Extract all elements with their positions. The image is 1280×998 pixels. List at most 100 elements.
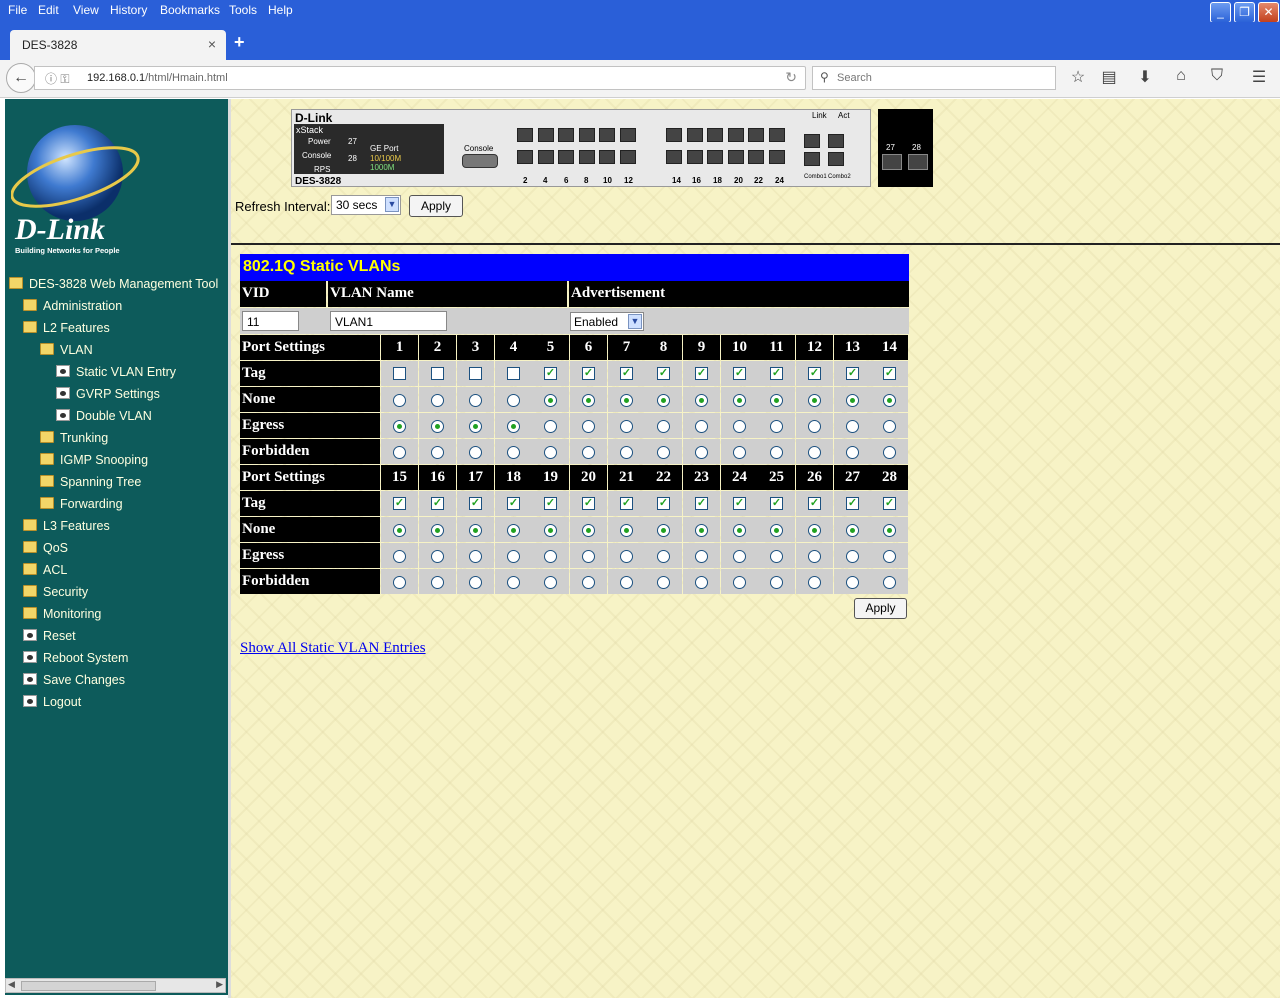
forbidden-radio-port-3[interactable] bbox=[469, 446, 482, 459]
tree-item-gvrp-settings[interactable]: GVRP Settings bbox=[56, 387, 160, 407]
egress-radio-port-19[interactable] bbox=[544, 550, 557, 563]
tree-item-l3-features[interactable]: L3 Features bbox=[23, 519, 110, 539]
tag-checkbox-port-8[interactable]: ✓ bbox=[657, 367, 670, 380]
tag-checkbox-port-23[interactable]: ✓ bbox=[695, 497, 708, 510]
vid-input[interactable]: 11 bbox=[242, 311, 299, 331]
egress-radio-port-10[interactable] bbox=[733, 420, 746, 433]
bookmark-star-icon[interactable]: ☆ bbox=[1067, 67, 1089, 87]
new-tab-button[interactable]: + bbox=[234, 32, 245, 53]
none-radio-port-1[interactable] bbox=[393, 394, 406, 407]
none-radio-port-17[interactable] bbox=[469, 524, 482, 537]
refresh-apply-button[interactable]: Apply bbox=[409, 195, 463, 217]
tree-root-des-3828[interactable]: DES-3828 Web Management Tool bbox=[9, 277, 218, 297]
reload-icon[interactable]: ↻ bbox=[785, 69, 797, 86]
vlan-name-input[interactable]: VLAN1 bbox=[330, 311, 447, 331]
tag-checkbox-port-20[interactable]: ✓ bbox=[582, 497, 595, 510]
close-window-button[interactable]: ✕ bbox=[1258, 2, 1279, 23]
search-input[interactable]: ⚲ Search bbox=[812, 66, 1056, 90]
tree-item-forwarding[interactable]: Forwarding bbox=[40, 497, 123, 517]
egress-radio-port-3[interactable] bbox=[469, 420, 482, 433]
tag-checkbox-port-13[interactable]: ✓ bbox=[846, 367, 859, 380]
egress-radio-port-1[interactable] bbox=[393, 420, 406, 433]
forbidden-radio-port-23[interactable] bbox=[695, 576, 708, 589]
none-radio-port-22[interactable] bbox=[657, 524, 670, 537]
show-all-static-vlan-entries-link[interactable]: Show All Static VLAN Entries bbox=[240, 640, 426, 657]
minimize-button[interactable]: _ bbox=[1210, 2, 1231, 23]
menu-edit[interactable]: Edit bbox=[38, 3, 59, 17]
none-radio-port-14[interactable] bbox=[883, 394, 896, 407]
tree-item-l2-features[interactable]: L2 Features bbox=[23, 321, 110, 341]
tag-checkbox-port-18[interactable]: ✓ bbox=[507, 497, 520, 510]
tag-checkbox-port-24[interactable]: ✓ bbox=[733, 497, 746, 510]
forbidden-radio-port-17[interactable] bbox=[469, 576, 482, 589]
tree-item-logout[interactable]: Logout bbox=[23, 695, 81, 715]
egress-radio-port-4[interactable] bbox=[507, 420, 520, 433]
egress-radio-port-20[interactable] bbox=[582, 550, 595, 563]
egress-radio-port-24[interactable] bbox=[733, 550, 746, 563]
egress-radio-port-9[interactable] bbox=[695, 420, 708, 433]
egress-radio-port-18[interactable] bbox=[507, 550, 520, 563]
none-radio-port-21[interactable] bbox=[620, 524, 633, 537]
download-icon[interactable]: ⬇ bbox=[1134, 67, 1156, 87]
none-radio-port-15[interactable] bbox=[393, 524, 406, 537]
menu-bookmarks[interactable]: Bookmarks bbox=[160, 3, 220, 17]
egress-radio-port-2[interactable] bbox=[431, 420, 444, 433]
tree-item-acl[interactable]: ACL bbox=[23, 563, 67, 583]
forbidden-radio-port-20[interactable] bbox=[582, 576, 595, 589]
tree-item-static-vlan-entry[interactable]: Static VLAN Entry bbox=[56, 365, 176, 385]
forbidden-radio-port-10[interactable] bbox=[733, 446, 746, 459]
tab-close-icon[interactable]: × bbox=[208, 36, 216, 52]
egress-radio-port-5[interactable] bbox=[544, 420, 557, 433]
refresh-interval-select[interactable]: 30 secs ▼ bbox=[331, 195, 401, 215]
forbidden-radio-port-28[interactable] bbox=[883, 576, 896, 589]
tab-des-3828[interactable]: DES-3828 × bbox=[10, 30, 226, 60]
none-radio-port-26[interactable] bbox=[808, 524, 821, 537]
forbidden-radio-port-12[interactable] bbox=[808, 446, 821, 459]
forbidden-radio-port-6[interactable] bbox=[582, 446, 595, 459]
apply-button[interactable]: Apply bbox=[854, 598, 907, 619]
none-radio-port-13[interactable] bbox=[846, 394, 859, 407]
tag-checkbox-port-22[interactable]: ✓ bbox=[657, 497, 670, 510]
tag-checkbox-port-7[interactable]: ✓ bbox=[620, 367, 633, 380]
forbidden-radio-port-14[interactable] bbox=[883, 446, 896, 459]
forbidden-radio-port-11[interactable] bbox=[770, 446, 783, 459]
tree-item-administration[interactable]: Administration bbox=[23, 299, 122, 319]
sidebar-horizontal-scrollbar[interactable]: ◀ ▶ bbox=[5, 978, 226, 993]
forbidden-radio-port-15[interactable] bbox=[393, 576, 406, 589]
forbidden-radio-port-13[interactable] bbox=[846, 446, 859, 459]
tag-checkbox-port-25[interactable]: ✓ bbox=[770, 497, 783, 510]
egress-radio-port-13[interactable] bbox=[846, 420, 859, 433]
tag-checkbox-port-6[interactable]: ✓ bbox=[582, 367, 595, 380]
site-info-icon[interactable]: ⓘ ⚿ bbox=[45, 70, 69, 87]
tag-checkbox-port-16[interactable]: ✓ bbox=[431, 497, 444, 510]
home-icon[interactable]: ⌂ bbox=[1170, 67, 1192, 85]
tag-checkbox-port-2[interactable] bbox=[431, 367, 444, 380]
egress-radio-port-27[interactable] bbox=[846, 550, 859, 563]
tree-item-reboot-system[interactable]: Reboot System bbox=[23, 651, 128, 671]
reading-list-icon[interactable]: ▤ bbox=[1098, 67, 1120, 87]
tree-item-reset[interactable]: Reset bbox=[23, 629, 76, 649]
none-radio-port-23[interactable] bbox=[695, 524, 708, 537]
none-radio-port-2[interactable] bbox=[431, 394, 444, 407]
none-radio-port-9[interactable] bbox=[695, 394, 708, 407]
tree-item-spanning-tree[interactable]: Spanning Tree bbox=[40, 475, 141, 495]
none-radio-port-25[interactable] bbox=[770, 524, 783, 537]
tree-item-qos[interactable]: QoS bbox=[23, 541, 68, 561]
tag-checkbox-port-15[interactable]: ✓ bbox=[393, 497, 406, 510]
egress-radio-port-22[interactable] bbox=[657, 550, 670, 563]
hamburger-menu-icon[interactable]: ☰ bbox=[1248, 67, 1270, 87]
tag-checkbox-port-14[interactable]: ✓ bbox=[883, 367, 896, 380]
none-radio-port-12[interactable] bbox=[808, 394, 821, 407]
none-radio-port-5[interactable] bbox=[544, 394, 557, 407]
tree-item-security[interactable]: Security bbox=[23, 585, 88, 605]
tag-checkbox-port-10[interactable]: ✓ bbox=[733, 367, 746, 380]
forbidden-radio-port-16[interactable] bbox=[431, 576, 444, 589]
egress-radio-port-28[interactable] bbox=[883, 550, 896, 563]
egress-radio-port-6[interactable] bbox=[582, 420, 595, 433]
none-radio-port-20[interactable] bbox=[582, 524, 595, 537]
none-radio-port-16[interactable] bbox=[431, 524, 444, 537]
tag-checkbox-port-28[interactable]: ✓ bbox=[883, 497, 896, 510]
egress-radio-port-7[interactable] bbox=[620, 420, 633, 433]
forbidden-radio-port-21[interactable] bbox=[620, 576, 633, 589]
forbidden-radio-port-7[interactable] bbox=[620, 446, 633, 459]
